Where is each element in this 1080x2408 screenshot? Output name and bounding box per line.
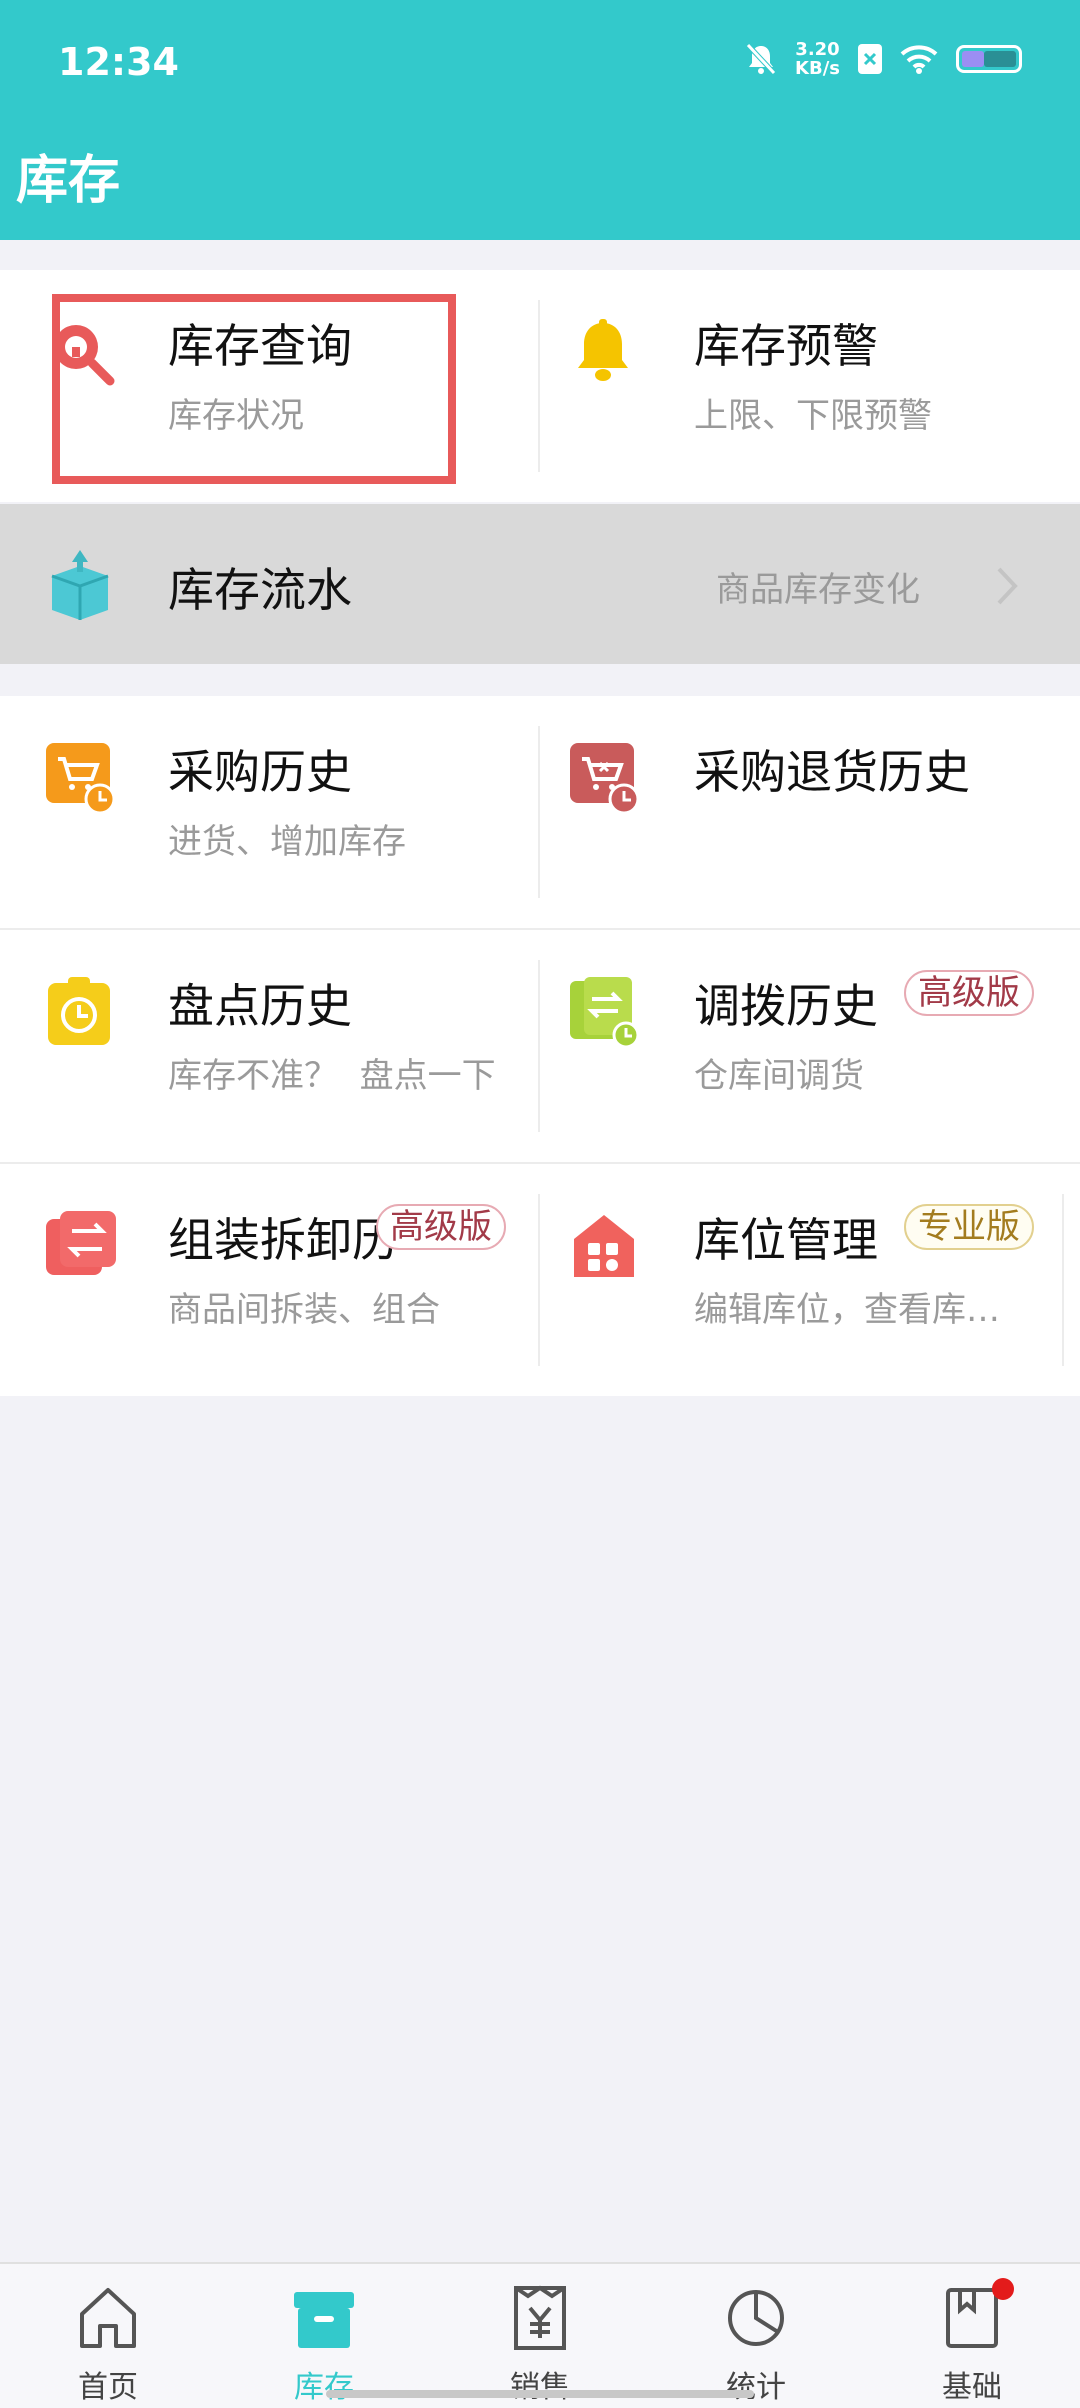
purchase-history-subtitle: 进货、增加库存 — [168, 822, 406, 862]
notification-dot — [992, 2278, 1014, 2300]
assembly-history-subtitle: 商品间拆装、组合 — [168, 1290, 440, 1330]
mute-bell-icon — [746, 43, 776, 75]
history-row: 采购历史 进货、增加库存 采购退货历史 — [0, 696, 1080, 928]
transfer-clock-icon — [570, 977, 640, 1047]
bottom-tabbar: 首页 库存 销售 统计 基础 — [0, 2262, 1080, 2408]
purchase-return-history-title: 采购退货历史 — [694, 745, 970, 799]
tab-sales[interactable]: 销售 — [432, 2264, 648, 2408]
purchase-history-title: 采购历史 — [168, 745, 352, 799]
location-mgmt-item[interactable]: 库位管理 专业版 编辑库位，查看库… — [540, 1164, 1079, 1396]
stock-flow-subtitle: 商品库存变化 — [716, 570, 920, 610]
location-mgmt-title: 库位管理 — [694, 1213, 878, 1267]
stock-warning-title: 库存预警 — [694, 319, 878, 373]
box-upload-icon — [51, 550, 109, 620]
advanced-badge: 高级版 — [376, 1204, 506, 1250]
assembly-history-item[interactable]: 组装拆卸历 高级版 商品间拆装、组合 — [0, 1164, 539, 1396]
history-card: 采购历史 进货、增加库存 采购退货历史 盘点历史 库存不准？ 盘点一下 调拨历史… — [0, 696, 1080, 1396]
tab-home[interactable]: 首页 — [0, 2264, 216, 2408]
tab-inventory-label: 库存 — [294, 2370, 354, 2405]
assembly-history-title: 组装拆卸历 — [168, 1213, 398, 1267]
stock-flow-item[interactable]: 库存流水 商品库存变化 — [0, 504, 1080, 664]
cart-clock-icon — [46, 743, 116, 813]
highlight-box — [52, 294, 456, 484]
tab-stats-label: 统计 — [726, 2370, 786, 2405]
app-header: 12:34 3.20 KB/s 库存 — [0, 0, 1080, 240]
inventory-check-history-title: 盘点历史 — [168, 979, 352, 1033]
advanced-badge: 高级版 — [904, 970, 1034, 1016]
wifi-icon — [900, 45, 938, 74]
tab-sales-label: 销售 — [510, 2370, 570, 2405]
inventory-check-history-item[interactable]: 盘点历史 库存不准？ 盘点一下 — [0, 930, 539, 1162]
transfer-history-title: 调拨历史 — [694, 979, 878, 1033]
location-mgmt-subtitle: 编辑库位，查看库… — [694, 1290, 1000, 1330]
stock-top-card: 库存查询 库存状况 库存预警 上限、下限预警 — [0, 270, 1080, 502]
inventory-box-icon — [294, 2292, 354, 2348]
stock-warning-item[interactable]: 库存预警 上限、下限预警 — [540, 270, 1079, 502]
status-icons: 3.20 KB/s — [745, 40, 1022, 78]
tab-basics-label: 基础 — [942, 2370, 1002, 2405]
yen-receipt-icon — [514, 2285, 566, 2350]
history-row: 盘点历史 库存不准？ 盘点一下 调拨历史 高级版 仓库间调货 — [0, 930, 1080, 1162]
clipboard-clock-icon — [48, 977, 110, 1045]
bell-icon — [578, 319, 628, 381]
network-speed: 3.20 KB/s — [795, 39, 840, 79]
status-time: 12:34 — [58, 40, 179, 84]
warehouse-icon — [574, 1215, 634, 1277]
tab-home-label: 首页 — [78, 2370, 138, 2405]
cart-x-clock-icon — [570, 743, 640, 813]
history-row: 组装拆卸历 高级版 商品间拆装、组合 库位管理 专业版 编辑库位，查看库… — [0, 1164, 1080, 1396]
purchase-return-history-item[interactable]: 采购退货历史 — [540, 696, 1079, 928]
chevron-right-icon — [997, 567, 1018, 605]
tab-stats[interactable]: 统计 — [648, 2264, 864, 2408]
swap-icon — [46, 1211, 116, 1275]
tab-basics[interactable]: 基础 — [864, 2264, 1080, 2408]
pro-badge: 专业版 — [904, 1204, 1034, 1250]
transfer-history-item[interactable]: 调拨历史 高级版 仓库间调货 — [540, 930, 1079, 1162]
transfer-history-subtitle: 仓库间调货 — [694, 1056, 864, 1096]
stock-query-item[interactable]: 库存查询 库存状况 — [0, 270, 539, 502]
divider — [1062, 1194, 1064, 1366]
stock-flow-title: 库存流水 — [168, 563, 352, 617]
pie-chart-icon — [728, 2290, 784, 2346]
battery-icon — [956, 45, 1022, 73]
tab-inventory[interactable]: 库存 — [216, 2264, 432, 2408]
home-icon — [80, 2288, 136, 2348]
page-title: 库存 — [16, 151, 121, 211]
home-indicator[interactable] — [326, 2390, 754, 2398]
sim-x-icon — [858, 44, 882, 74]
inventory-check-history-subtitle: 库存不准？ 盘点一下 — [168, 1056, 496, 1096]
stock-warning-subtitle: 上限、下限预警 — [694, 396, 932, 436]
purchase-history-item[interactable]: 采购历史 进货、增加库存 — [0, 696, 539, 928]
